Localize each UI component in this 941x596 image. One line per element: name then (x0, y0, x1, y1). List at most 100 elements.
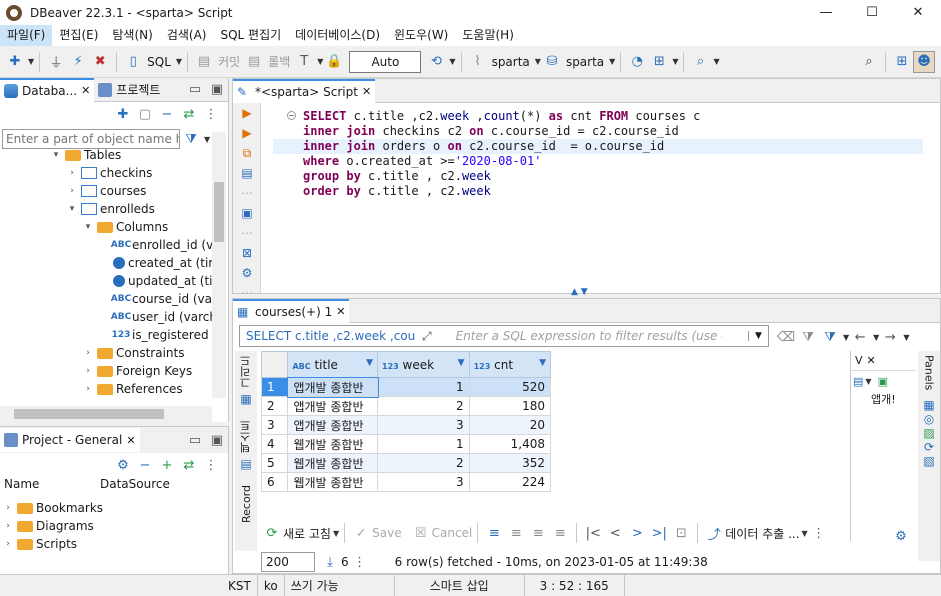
menu-search[interactable]: 검색(A) (160, 25, 214, 46)
maximize-view-icon[interactable]: ▣ (206, 79, 228, 101)
row-count-menu-icon[interactable]: ⋮ (349, 551, 371, 573)
tree-node[interactable]: ABC course_id (varc (98, 290, 224, 308)
table-cell[interactable]: 1 (377, 377, 470, 397)
link-editor-icon[interactable]: ⇄ (178, 454, 200, 476)
table-row[interactable]: 4 웹개발 종합반 1 1,408 (260, 434, 552, 454)
refresh-icon[interactable]: ⟳ (918, 440, 940, 454)
rollback-icon[interactable]: ▤ (243, 51, 265, 73)
forward-icon[interactable]: → (879, 326, 901, 348)
view-menu-icon[interactable]: ⋮ (200, 454, 222, 476)
quick-search-icon[interactable]: ⌕ (858, 51, 880, 73)
table-cell[interactable]: 웹개발 종합반 (287, 434, 378, 454)
collapse-all-icon[interactable]: − (156, 103, 178, 125)
table-row[interactable]: 6 웹개발 종합반 3 224 (260, 472, 552, 492)
settings-icon[interactable]: ⚙ (233, 263, 261, 283)
tab-text[interactable]: 텍스트 (238, 420, 254, 453)
execution-plan-icon[interactable]: ▤ (233, 163, 261, 183)
row-number[interactable]: 5 (260, 453, 289, 473)
table-cell[interactable]: 180 (468, 396, 552, 416)
tree-node[interactable]: ▾ Tables (50, 146, 122, 164)
tree-node[interactable]: ▾ enrolleds (66, 200, 155, 218)
result-filter-bar[interactable]: SELECT c.title ,c2.week ,cou ⤢ Enter a S… (239, 325, 769, 347)
column-name-header[interactable]: Name (0, 477, 100, 491)
tree-node[interactable]: ABC user_id (varcha (98, 308, 225, 326)
console-icon[interactable]: ⊠ (233, 243, 261, 263)
row-number[interactable]: 3 (260, 415, 289, 435)
navigator-horizontal-scrollbar[interactable] (0, 406, 212, 422)
table-cell[interactable]: 2 (377, 453, 470, 473)
apply-filter-icon[interactable]: ⧩ (819, 326, 841, 348)
close-icon[interactable]: ✕ (362, 85, 371, 98)
column-datasource-header[interactable]: DataSource (100, 477, 170, 491)
tree-node[interactable]: › References (82, 380, 183, 398)
schema-icon[interactable]: ⛁ (541, 51, 563, 73)
tree-node[interactable]: 123 is_registered (t (98, 326, 222, 344)
active-connection-icon[interactable]: ⌇ (467, 51, 489, 73)
save-button[interactable]: Save (372, 526, 401, 540)
export-icon[interactable]: ⤴ (703, 522, 725, 544)
navigator-vertical-scrollbar[interactable] (212, 132, 226, 398)
layers-icon[interactable]: ▧ (918, 454, 940, 468)
back-icon[interactable]: ← (849, 326, 871, 348)
table-cell[interactable]: 웹개발 종합반 (287, 453, 378, 473)
fold-toggle-icon[interactable]: − (287, 111, 296, 120)
add-row-icon[interactable]: ≡ (505, 522, 527, 544)
table-cell[interactable]: 1 (377, 434, 470, 454)
active-connection[interactable]: sparta (492, 55, 530, 69)
sort-icon[interactable]: ▼ (539, 358, 546, 368)
dbeaver-perspective-icon[interactable]: ☻ (913, 50, 935, 73)
project-item[interactable]: › Diagrams (2, 517, 94, 535)
sort-icon[interactable]: ▼ (458, 358, 465, 368)
dashboard-icon[interactable]: ◔ (626, 51, 648, 73)
settings-icon[interactable]: ⚙ (890, 525, 912, 547)
layout-icon[interactable]: ▨ (918, 426, 940, 440)
erase-filter-icon[interactable]: ⌫ (775, 326, 797, 348)
menu-navigate[interactable]: 탐색(N) (105, 25, 159, 46)
table-cell[interactable]: 352 (468, 453, 552, 473)
project-item[interactable]: › Scripts (2, 535, 77, 553)
table-cell[interactable]: 3 (377, 472, 470, 492)
chevron-right-icon[interactable]: › (2, 521, 14, 531)
active-schema[interactable]: sparta (566, 55, 604, 69)
maximize-button[interactable]: ☐ (849, 0, 895, 25)
export-data-button[interactable]: 데이터 추출 ... (725, 525, 799, 542)
table-cell[interactable]: 224 (468, 472, 552, 492)
menu-sql-editor[interactable]: SQL 편집기 (213, 25, 288, 46)
link-editor-icon[interactable]: ⇄ (178, 103, 200, 125)
close-icon[interactable]: ✕ (126, 434, 135, 447)
menu-database[interactable]: 데이터베이스(D) (288, 25, 387, 46)
refresh-icon[interactable]: ⟳ (261, 522, 283, 544)
chevron-down-icon[interactable]: ▾ (50, 150, 62, 160)
row-number[interactable]: 6 (260, 472, 289, 492)
table-cell[interactable]: 앱개발 종합반 (287, 396, 378, 416)
tree-node[interactable]: ABC enrolled_id (va (98, 236, 221, 254)
tab-database-navigator[interactable]: Databa... ✕ (0, 77, 95, 102)
tree-node[interactable]: › Foreign Keys (82, 362, 192, 380)
sql-code-area[interactable]: − SELECT c.title ,c2.week ,count(*) as cn… (273, 109, 923, 199)
history-icon[interactable]: ⟲ (425, 51, 447, 73)
tree-node[interactable]: created_at (tim (98, 254, 220, 272)
close-icon[interactable]: ✕ (867, 354, 876, 367)
tab-sparta-script[interactable]: ✎ *<sparta> Script ✕ (233, 78, 376, 103)
sort-icon[interactable]: ▼ (366, 358, 373, 368)
transaction-mode-icon[interactable]: T (293, 51, 315, 73)
next-page-icon[interactable]: > (626, 522, 648, 544)
color-icon[interactable]: ◎ (918, 412, 940, 426)
first-page-icon[interactable]: |< (582, 522, 604, 544)
connect-icon[interactable]: ⏚ (45, 51, 67, 73)
table-cell[interactable]: 1,408 (468, 434, 552, 454)
format-icon[interactable]: ▤ (851, 375, 863, 388)
chevron-right-icon[interactable]: › (66, 168, 78, 178)
execute-script-icon[interactable]: ⧉ (233, 143, 261, 163)
erd-icon[interactable]: ⊞ (648, 51, 670, 73)
tab-grid[interactable]: 그리드 (238, 355, 254, 388)
table-cell[interactable]: 2 (377, 396, 470, 416)
tab-panels[interactable]: Panels (923, 355, 936, 390)
menu-edit[interactable]: 편집(E) (52, 25, 105, 46)
splitter-handle[interactable]: ▲ ▼ (571, 287, 588, 297)
menu-window[interactable]: 윈도우(W) (387, 25, 455, 46)
rollback-button[interactable]: 롤백 (268, 53, 290, 70)
menu-file[interactable]: 파일(F) (0, 25, 53, 46)
add-icon[interactable]: + (156, 454, 178, 476)
chevron-right-icon[interactable]: › (82, 348, 94, 358)
